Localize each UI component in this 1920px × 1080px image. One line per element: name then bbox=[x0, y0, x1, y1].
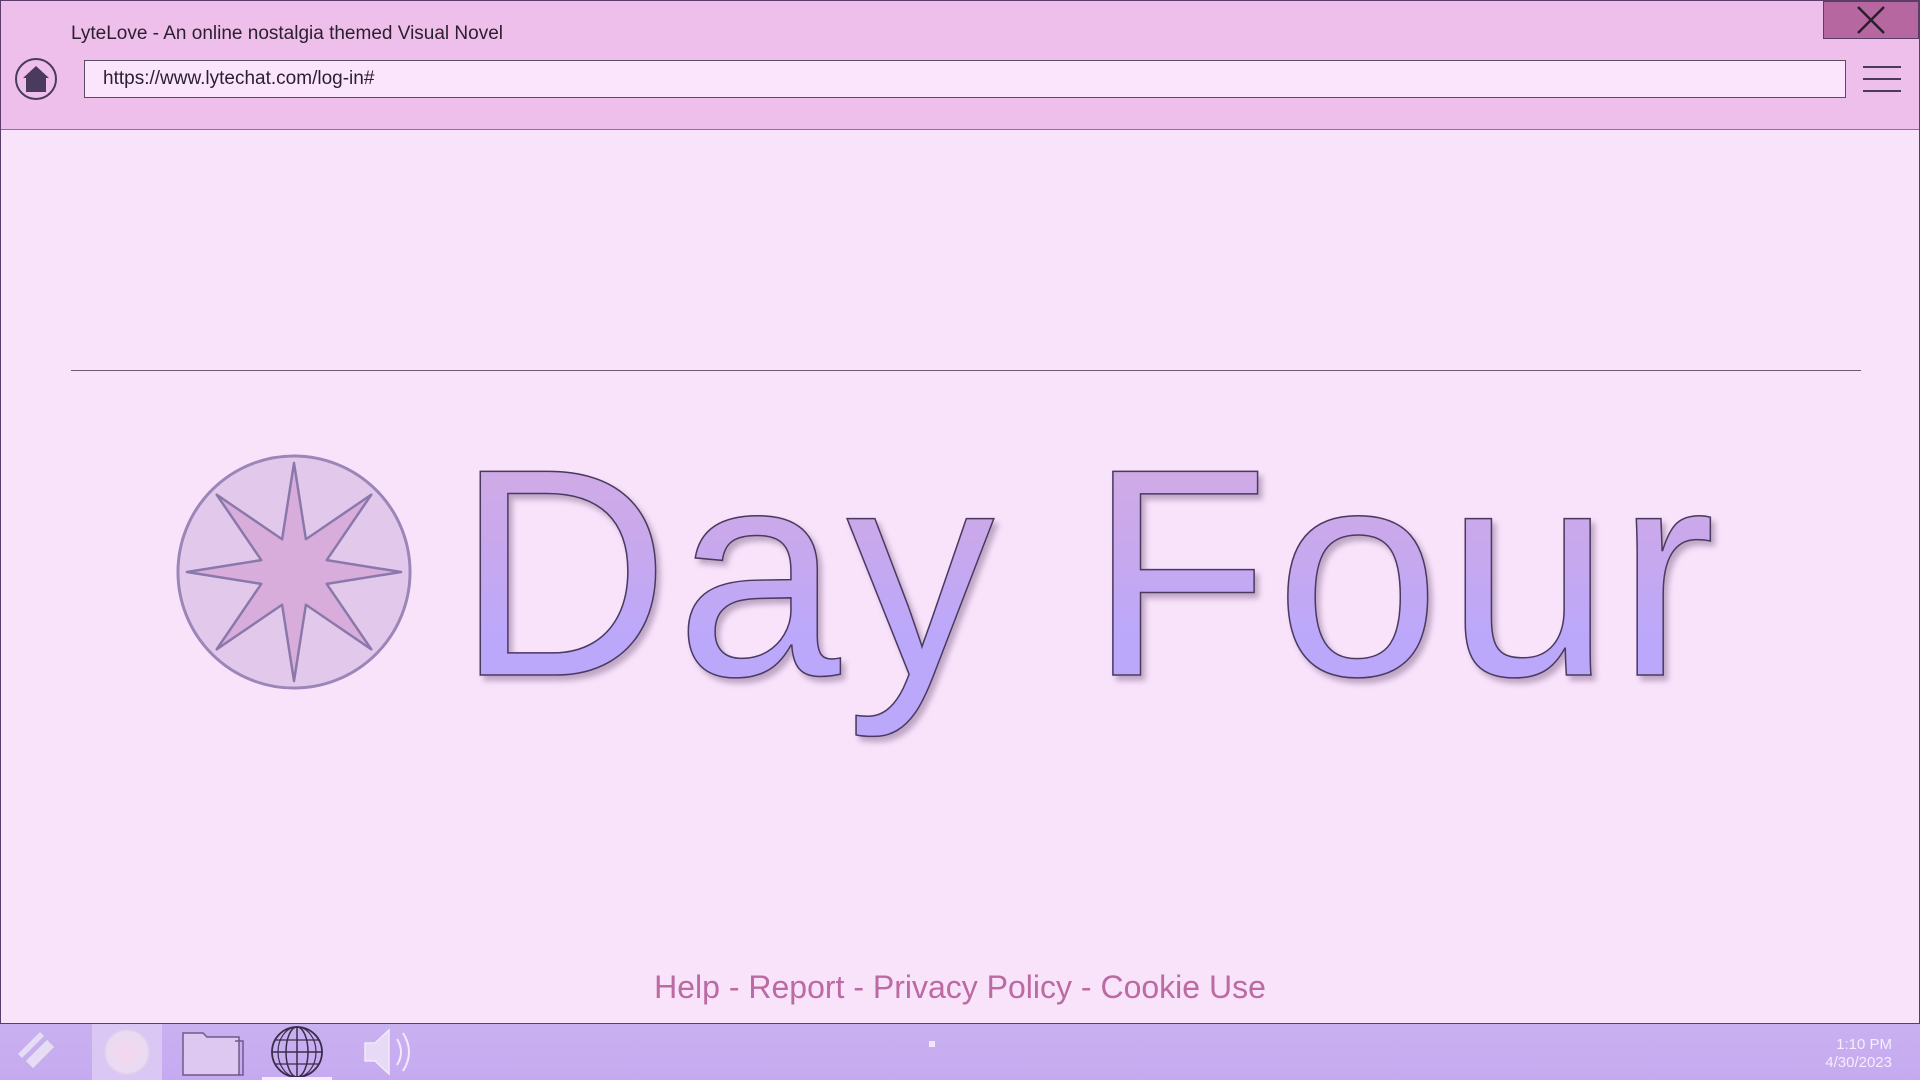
system-clock[interactable]: 1:10 PM 4/30/2023 bbox=[1825, 1036, 1892, 1072]
footer-link-privacy-policy[interactable]: Privacy Policy bbox=[873, 969, 1072, 1005]
taskbar-lytelove-button[interactable] bbox=[92, 1024, 162, 1080]
footer-link-report[interactable]: Report bbox=[748, 969, 844, 1005]
menu-line-icon bbox=[1863, 90, 1901, 92]
close-icon bbox=[1857, 6, 1885, 34]
taskbar-files-button[interactable] bbox=[180, 1024, 246, 1080]
speaker-icon bbox=[364, 1028, 410, 1076]
hamburger-menu-button[interactable] bbox=[1863, 64, 1901, 94]
browser-window: LyteLove - An online nostalgia themed Vi… bbox=[0, 0, 1920, 1024]
menu-line-icon bbox=[1863, 66, 1901, 68]
taskbar-browser-button[interactable] bbox=[262, 1024, 332, 1080]
taskbar-volume-button[interactable] bbox=[358, 1024, 422, 1080]
footer-separator: - bbox=[1072, 969, 1101, 1005]
footer-link-help[interactable]: Help bbox=[654, 969, 720, 1005]
url-input[interactable]: https://www.lytechat.com/log-in# bbox=[84, 60, 1846, 98]
footer-links: Help - Report - Privacy Policy - Cookie … bbox=[1, 969, 1919, 1006]
day-headline: Day Four bbox=[455, 403, 1721, 743]
content-divider bbox=[71, 370, 1861, 371]
clock-time: 1:10 PM bbox=[1836, 1036, 1892, 1053]
home-icon bbox=[23, 66, 49, 92]
system-tray-indicator[interactable] bbox=[929, 1041, 935, 1047]
globe-icon bbox=[271, 1026, 323, 1078]
lytelove-star-logo-icon bbox=[176, 454, 412, 690]
taskbar-start-button[interactable] bbox=[8, 1024, 68, 1080]
clock-date: 4/30/2023 bbox=[1825, 1054, 1892, 1071]
footer-link-cookie-use[interactable]: Cookie Use bbox=[1100, 969, 1265, 1005]
footer-separator: - bbox=[719, 969, 749, 1005]
close-button[interactable] bbox=[1823, 1, 1919, 39]
window-title: LyteLove - An online nostalgia themed Vi… bbox=[71, 23, 503, 44]
folder-icon bbox=[182, 1032, 244, 1076]
menu-line-icon bbox=[1863, 78, 1901, 80]
home-button[interactable] bbox=[15, 58, 57, 100]
taskbar bbox=[0, 1024, 1920, 1080]
footer-separator: - bbox=[844, 969, 873, 1005]
lytelove-star-app-icon bbox=[104, 1029, 150, 1075]
browser-titlebar: LyteLove - An online nostalgia themed Vi… bbox=[1, 1, 1919, 130]
diamond-app-icon bbox=[18, 1032, 56, 1070]
